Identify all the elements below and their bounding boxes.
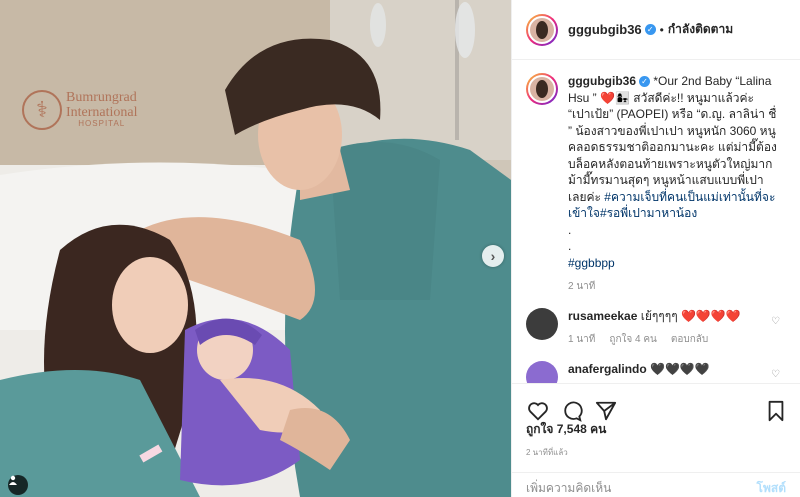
caption-time: 2 นาที — [568, 281, 596, 292]
comment-likes[interactable]: ถูกใจ 4 คน — [609, 332, 657, 347]
user-tag-icon[interactable] — [8, 475, 28, 495]
comment-item: anafergalindo 🖤🖤🖤🖤 ♡ — [526, 361, 786, 383]
heart-icon[interactable]: ♡ — [771, 316, 780, 327]
post-sidebar: gggubgib36 ✓ • กำลังติดตาม gggubgib36 ✓ *… — [511, 0, 800, 497]
instagram-post-modal: ⚕ Bumrungrad International HOSPITAL › gg… — [0, 0, 800, 497]
avatar[interactable] — [526, 308, 558, 340]
comment-username[interactable]: anafergalindo — [568, 362, 647, 376]
heart-emoji: ❤️ — [600, 90, 615, 105]
caption-avatar[interactable] — [526, 73, 558, 105]
add-comment-bar: เพิ่มความคิดเห็น โพสต์ — [512, 472, 800, 497]
header-username[interactable]: gggubgib36 — [568, 22, 642, 37]
family-emoji: 👩‍👧 — [614, 90, 630, 105]
comment-icon[interactable] — [560, 399, 584, 423]
verified-badge-icon: ✓ — [644, 24, 656, 35]
comment-item: rusameekae เย้ๆๆๆๆ ❤️❤️❤️❤️ 1 นาที ถูกใจ… — [526, 308, 786, 347]
hashtag-link[interactable]: #รอพี่เปามาหาน้อง — [600, 206, 697, 220]
post-time: 2 นาทีที่แล้ว — [526, 448, 568, 457]
comment-input[interactable]: เพิ่มความคิดเห็น — [526, 479, 611, 497]
avatar[interactable] — [526, 13, 558, 46]
post-photo[interactable]: ⚕ Bumrungrad International HOSPITAL › — [0, 0, 511, 497]
post-button[interactable]: โพสต์ — [757, 479, 786, 497]
reply-button[interactable]: ตอบกลับ — [671, 332, 708, 347]
caption-text: gggubgib36 ✓ *Our 2nd Baby “Lalina Hsu ” … — [568, 74, 777, 270]
comment-time: 1 นาที — [568, 334, 596, 345]
hospital-logo: ⚕ Bumrungrad International HOSPITAL — [22, 90, 138, 130]
comments-list[interactable]: gggubgib36 ✓ *Our 2nd Baby “Lalina Hsu ” … — [512, 61, 800, 383]
caduceus-icon: ⚕ — [22, 90, 62, 130]
caption: gggubgib36 ✓ *Our 2nd Baby “Lalina Hsu ” … — [526, 73, 786, 294]
likes-count[interactable]: ถูกใจ 7,548 คน — [526, 420, 606, 439]
logo-line1: Bumrungrad — [66, 90, 137, 106]
comment-username[interactable]: rusameekae — [568, 309, 637, 323]
comment-meta: 1 นาที ถูกใจ 4 คน ตอบกลับ — [568, 332, 741, 347]
hashtag-link[interactable]: #ggbbpp — [568, 256, 615, 270]
heart-icon[interactable] — [526, 399, 550, 423]
share-icon[interactable] — [594, 399, 618, 423]
chevron-right-icon[interactable]: › — [482, 245, 504, 267]
heart-icon[interactable]: ♡ — [771, 369, 780, 380]
verified-badge-icon: ✓ — [639, 76, 650, 88]
post-header: gggubgib36 ✓ • กำลังติดตาม — [512, 0, 800, 60]
separator-dot: • — [659, 22, 664, 37]
following-button[interactable]: กำลังติดตาม — [668, 20, 733, 39]
avatar[interactable] — [526, 361, 558, 383]
bookmark-icon[interactable] — [764, 399, 788, 423]
logo-line2: International — [66, 104, 138, 120]
caption-username[interactable]: gggubgib36 — [568, 74, 636, 88]
logo-line3: HOSPITAL — [78, 119, 126, 129]
photo-illustration — [0, 0, 511, 497]
